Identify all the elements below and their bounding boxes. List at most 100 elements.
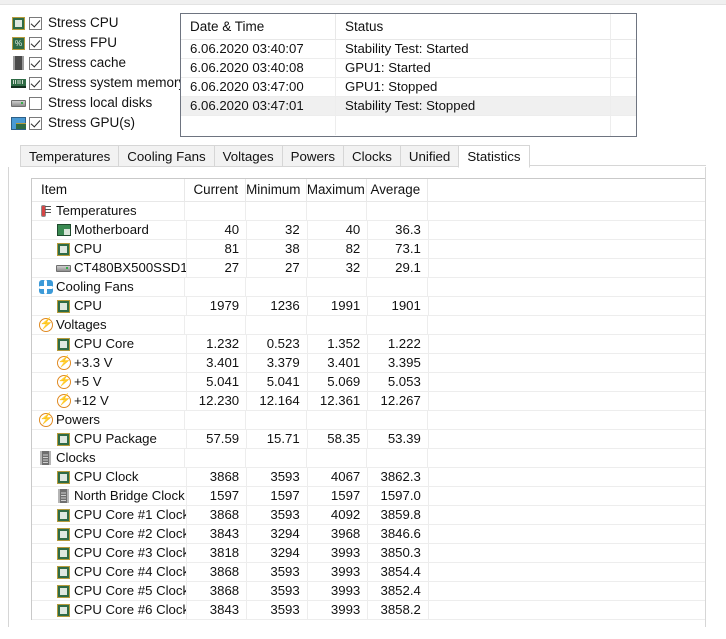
statistics-cell-minimum: 3294 (247, 544, 308, 562)
statistics-row[interactable]: ⚡ +5 V 5.041 5.041 5.069 5.053 (32, 373, 705, 392)
tab-statistics[interactable]: Statistics (458, 145, 530, 168)
statistics-cell-current: 81 (187, 240, 248, 258)
statistics-cell-current: 1597 (187, 487, 248, 505)
statistics-row[interactable]: North Bridge Clock 1597 1597 1597 1597.0 (32, 487, 705, 506)
statistics-cell-spacer (429, 354, 705, 372)
statistics-cell-average: 5.053 (368, 373, 429, 391)
column-header-item[interactable]: Item (32, 179, 186, 201)
statistics-cell-current: 3868 (187, 563, 248, 581)
statistics-row[interactable]: ⚡ Voltages (32, 316, 705, 335)
statistics-cell-spacer (428, 278, 705, 296)
statistics-cell-average: 12.267 (368, 392, 429, 410)
statistics-row[interactable]: CPU Core #1 Clock 3868 3593 4092 3859.8 (32, 506, 705, 525)
disk-icon (11, 96, 26, 111)
cpu-icon (56, 603, 71, 618)
statistics-cell-minimum: 12.164 (247, 392, 308, 410)
statistics-cell-spacer (429, 582, 705, 600)
statistics-row[interactable]: ⚡ +12 V 12.230 12.164 12.361 12.267 (32, 392, 705, 411)
statistics-row[interactable]: ⚡ Powers (32, 411, 705, 430)
statistics-row[interactable]: CT480BX500SSD1 27 27 32 29.1 (32, 259, 705, 278)
statistics-cell-maximum: 3993 (308, 582, 369, 600)
log-row[interactable]: 6.06.2020 03:40:07 Stability Test: Starte… (181, 40, 636, 59)
statistics-row[interactable]: CPU Core 1.232 0.523 1.352 1.222 (32, 335, 705, 354)
tab-clocks[interactable]: Clocks (343, 145, 400, 167)
statistics-row[interactable]: CPU Core #5 Clock 3868 3593 3993 3852.4 (32, 582, 705, 601)
stress-option-checkbox[interactable] (29, 116, 42, 130)
statistics-row[interactable]: CPU Core #6 Clock 3843 3593 3993 3858.2 (32, 601, 705, 620)
statistics-cell-spacer (429, 525, 705, 543)
cpu-icon (56, 527, 71, 542)
column-header-maximum[interactable]: Maximum (307, 179, 368, 201)
statistics-row[interactable]: CPU Core #3 Clock 3818 3294 3993 3850.3 (32, 544, 705, 563)
statistics-cell-item: ⚡ +5 V (32, 373, 187, 391)
statistics-cell-minimum: 15.71 (247, 430, 308, 448)
statistics-cell-maximum: 82 (308, 240, 369, 258)
status-log-panel[interactable]: Date & Time Status 6.06.2020 03:40:07 Sta… (180, 13, 637, 137)
column-header-minimum[interactable]: Minimum (246, 179, 307, 201)
statistics-cell-item: Temperatures (32, 202, 186, 220)
tab-cooling-fans[interactable]: Cooling Fans (118, 145, 214, 167)
statistics-cell-current: 40 (187, 221, 248, 239)
statistics-row[interactable]: Motherboard 40 32 40 36.3 (32, 221, 705, 240)
statistics-cell-average: 29.1 (368, 259, 429, 277)
tab-powers[interactable]: Powers (281, 145, 344, 167)
statistics-cell-maximum (307, 278, 368, 296)
statistics-cell-spacer (429, 487, 705, 505)
column-header-current[interactable]: Current (185, 179, 247, 201)
column-header-average[interactable]: Average (367, 179, 429, 201)
log-row[interactable]: 6.06.2020 03:40:08 GPU1: Started (181, 59, 636, 78)
statistics-cell-minimum (246, 278, 307, 296)
statistics-cell-maximum (307, 316, 368, 334)
statistics-row[interactable]: CPU Core #2 Clock 3843 3294 3968 3846.6 (32, 525, 705, 544)
stress-option-row[interactable]: Stress local disks (11, 93, 181, 113)
thermometer-icon (38, 204, 53, 219)
statistics-row[interactable]: CPU 1979 1236 1991 1901 (32, 297, 705, 316)
log-row[interactable]: 6.06.2020 03:47:01 Stability Test: Stoppe… (181, 97, 636, 116)
statistics-row[interactable]: ⚡ +3.3 V 3.401 3.379 3.401 3.395 (32, 354, 705, 373)
log-column-header-datetime[interactable]: Date & Time (181, 14, 336, 39)
stress-option-row[interactable]: Stress cache (11, 53, 181, 73)
statistics-cell-minimum: 3593 (247, 563, 308, 581)
statistics-cell-maximum: 3993 (308, 544, 369, 562)
statistics-cell-current: 12.230 (187, 392, 248, 410)
statistics-cell-average (367, 202, 429, 220)
statistics-row[interactable]: CPU Core #4 Clock 3868 3593 3993 3854.4 (32, 563, 705, 582)
statistics-cell-current: 57.59 (187, 430, 248, 448)
statistics-cell-average: 1.222 (368, 335, 429, 353)
statistics-cell-item: CPU Core #2 Clock (32, 525, 187, 543)
statistics-row[interactable]: CPU 81 38 82 73.1 (32, 240, 705, 259)
statistics-cell-spacer (429, 563, 705, 581)
tab-temperatures[interactable]: Temperatures (20, 145, 119, 167)
stress-option-row[interactable]: Stress CPU (11, 13, 181, 33)
stress-option-checkbox[interactable] (29, 76, 42, 90)
statistics-cell-minimum: 27 (247, 259, 308, 277)
stress-option-checkbox[interactable] (29, 56, 42, 70)
tab-unified[interactable]: Unified (399, 145, 459, 167)
statistics-row[interactable]: CPU Package 57.59 15.71 58.35 53.39 (32, 430, 705, 449)
stress-options-list: Stress CPU% Stress FPU Stress cache Stress … (11, 13, 185, 133)
statistics-cell-spacer (428, 411, 705, 429)
statistics-cell-average: 3.395 (368, 354, 429, 372)
stress-option-checkbox[interactable] (29, 16, 42, 30)
statistics-cell-item: CPU Clock (32, 468, 187, 486)
stress-option-row[interactable]: Stress system memory (11, 73, 185, 93)
statistics-cell-current: 3843 (187, 525, 248, 543)
statistics-item-label: Cooling Fans (56, 279, 134, 294)
statistics-row[interactable]: Cooling Fans (32, 278, 705, 297)
log-column-header-status[interactable]: Status (336, 14, 636, 39)
statistics-row[interactable]: Temperatures (32, 202, 705, 221)
stress-option-row[interactable]: Stress GPU(s) (11, 113, 181, 133)
log-cell-status: Stability Test: Started (345, 41, 469, 56)
stress-option-checkbox[interactable] (29, 96, 42, 110)
log-row[interactable]: 6.06.2020 03:47:00 GPU1: Stopped (181, 78, 636, 97)
stress-option-row[interactable]: % Stress FPU (11, 33, 181, 53)
stress-option-checkbox[interactable] (29, 36, 42, 50)
statistics-cell-item: ⚡ +3.3 V (32, 354, 187, 372)
statistics-row[interactable]: CPU Clock 3868 3593 4067 3862.3 (32, 468, 705, 487)
tab-voltages[interactable]: Voltages (213, 145, 282, 167)
motherboard-icon (56, 223, 71, 238)
log-cell-status: GPU1: Stopped (345, 79, 438, 94)
statistics-row[interactable]: Clocks (32, 449, 705, 468)
statistics-cell-maximum: 3993 (308, 563, 369, 581)
cpu-icon (56, 337, 71, 352)
